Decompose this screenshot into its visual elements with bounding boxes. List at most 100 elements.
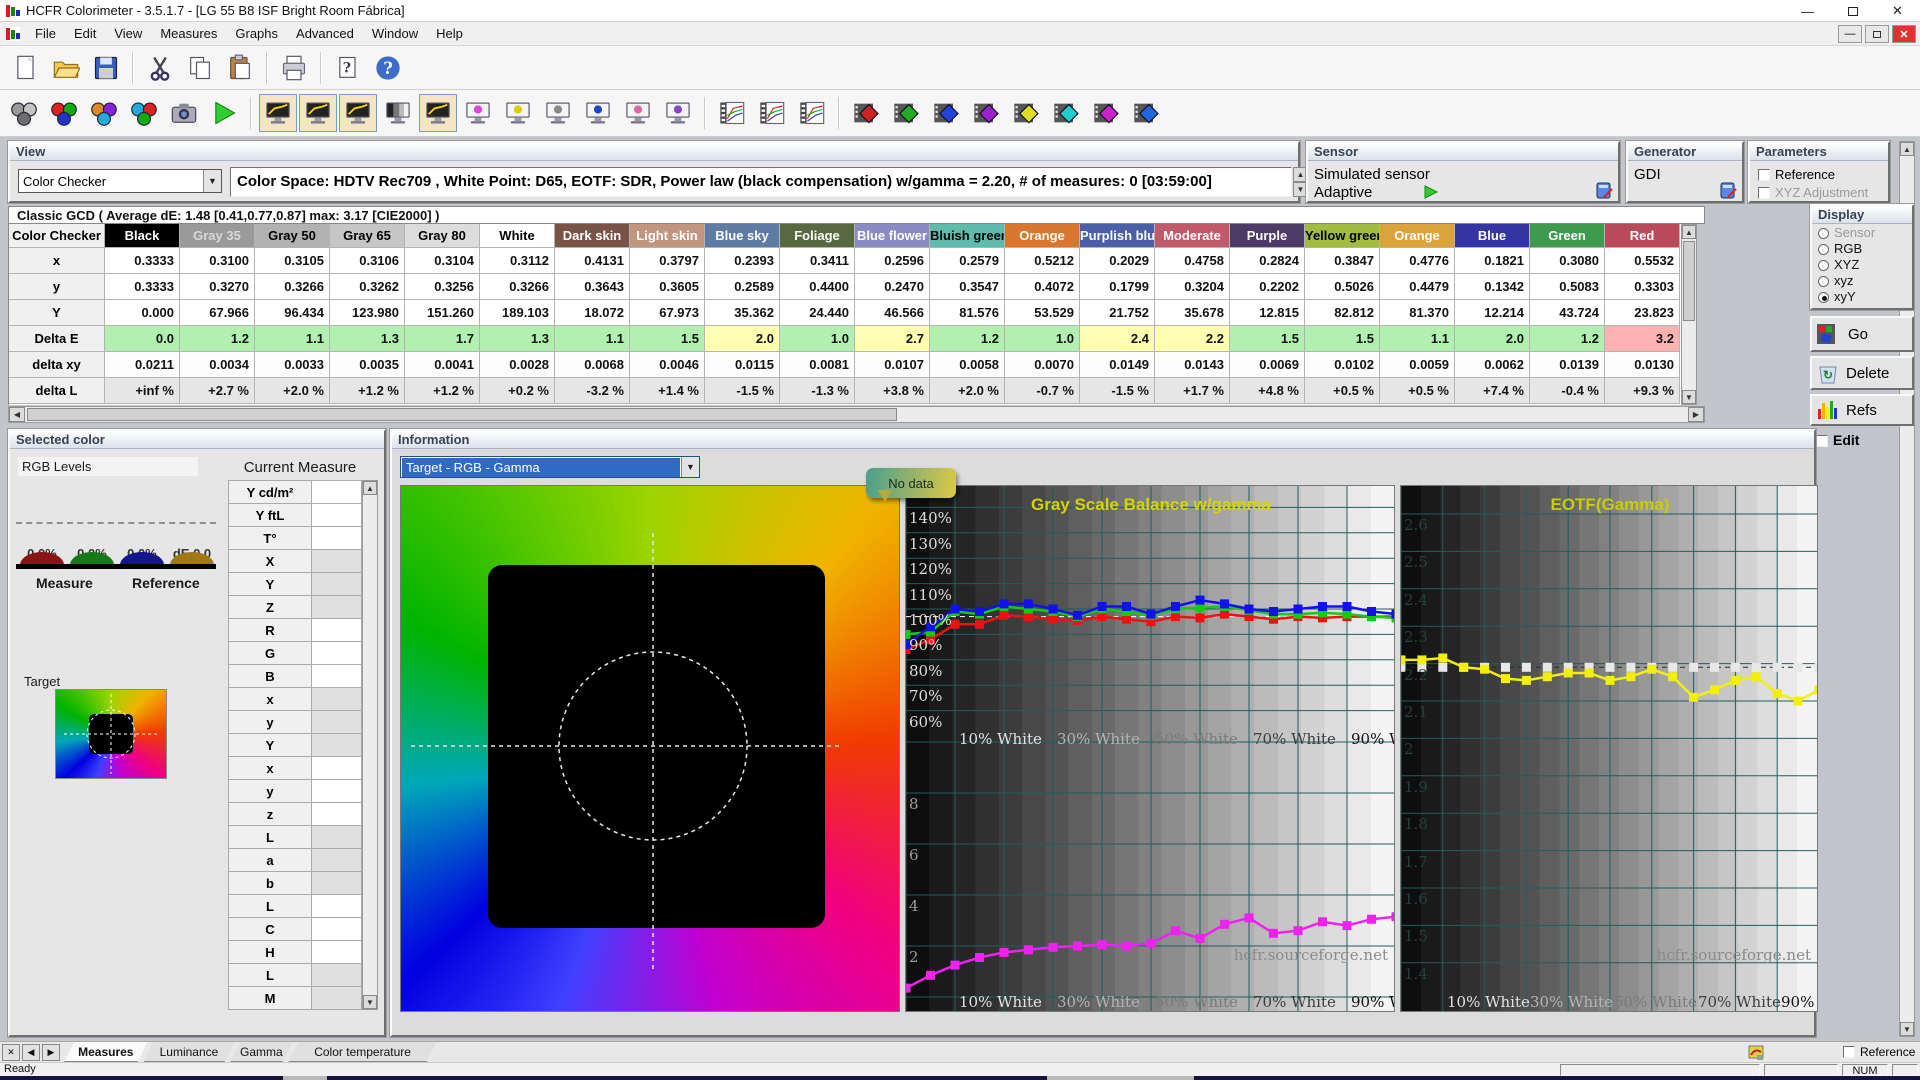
table-cell[interactable]: 1.5 <box>1230 326 1305 352</box>
column-header[interactable]: Purplish blue <box>1080 224 1155 248</box>
table-cell[interactable]: +1.2 % <box>330 378 405 404</box>
go-button[interactable]: Go <box>1810 316 1914 352</box>
table-cell[interactable]: 0.0081 <box>780 352 855 378</box>
sensor-colors-icon-1[interactable] <box>45 94 83 132</box>
table-cell[interactable]: 0.2596 <box>855 248 930 274</box>
table-cell[interactable]: +2.0 % <box>255 378 330 404</box>
table-cell[interactable]: 96.434 <box>255 300 330 326</box>
menu-item-graphs[interactable]: Graphs <box>226 23 287 44</box>
table-cell[interactable]: 1.2 <box>930 326 1005 352</box>
measure-chart-icon-2[interactable] <box>793 94 831 132</box>
free-measure-icon-3[interactable] <box>967 94 1005 132</box>
table-cell[interactable]: 0.0041 <box>405 352 480 378</box>
mdi-minimize-icon[interactable]: — <box>1838 25 1862 43</box>
tab-close-icon[interactable]: ✕ <box>2 1044 20 1061</box>
copy-icon[interactable] <box>181 49 219 87</box>
mdi-doc-icon[interactable] <box>6 27 20 41</box>
table-cell[interactable]: 123.980 <box>330 300 405 326</box>
table-cell[interactable]: 0.0211 <box>105 352 180 378</box>
column-header[interactable]: Moderate <box>1155 224 1230 248</box>
table-cell[interactable]: 0.3262 <box>330 274 405 300</box>
table-cell[interactable]: 0.5212 <box>1005 248 1080 274</box>
column-header[interactable]: Gray 65 <box>330 224 405 248</box>
table-cell[interactable]: 1.3 <box>330 326 405 352</box>
table-cell[interactable]: 1.2 <box>1530 326 1605 352</box>
table-cell[interactable]: 0.2470 <box>855 274 930 300</box>
column-header[interactable]: Black <box>105 224 180 248</box>
table-cell[interactable]: -1.5 % <box>705 378 780 404</box>
table-cell[interactable]: 2.4 <box>1080 326 1155 352</box>
table-cell[interactable]: 0.0143 <box>1155 352 1230 378</box>
table-cell[interactable]: 0.3411 <box>780 248 855 274</box>
table-cell[interactable]: 0.2589 <box>705 274 780 300</box>
table-cell[interactable]: 0.4776 <box>1380 248 1455 274</box>
chevron-down-icon[interactable]: ▼ <box>681 457 699 477</box>
chevron-down-icon[interactable]: ▼ <box>203 170 221 192</box>
tab-gamma[interactable]: Gamma <box>230 1042 292 1062</box>
table-cell[interactable]: +1.2 % <box>405 378 480 404</box>
table-cell[interactable]: 0.2029 <box>1080 248 1155 274</box>
table-cell[interactable]: 81.576 <box>930 300 1005 326</box>
print-icon[interactable] <box>275 49 313 87</box>
table-cell[interactable]: 151.260 <box>405 300 480 326</box>
table-cell[interactable]: 0.0130 <box>1605 352 1680 378</box>
table-cell[interactable]: 0.2393 <box>705 248 780 274</box>
column-header[interactable]: Orange <box>1005 224 1080 248</box>
table-cell[interactable]: 1.0 <box>780 326 855 352</box>
table-cell[interactable]: +0.5 % <box>1305 378 1380 404</box>
table-cell[interactable]: 2.2 <box>1155 326 1230 352</box>
column-header[interactable]: Yellow green <box>1305 224 1380 248</box>
table-cell[interactable]: -1.5 % <box>1080 378 1155 404</box>
table-cell[interactable]: 0.0107 <box>855 352 930 378</box>
table-cell[interactable]: +9.3 % <box>1605 378 1680 404</box>
menu-item-view[interactable]: View <box>105 23 151 44</box>
display-option-sensor[interactable]: Sensor <box>1812 224 1912 240</box>
table-cell[interactable]: 24.440 <box>780 300 855 326</box>
table-cell[interactable]: 67.966 <box>180 300 255 326</box>
table-cell[interactable]: 0.3847 <box>1305 248 1380 274</box>
table-cell[interactable]: 23.823 <box>1605 300 1680 326</box>
view-monitor-icon-5[interactable] <box>459 94 497 132</box>
table-cell[interactable]: 0.3547 <box>930 274 1005 300</box>
close-icon[interactable]: ✕ <box>1875 0 1920 22</box>
table-cell[interactable]: 0.0046 <box>630 352 705 378</box>
free-measure-icon-6[interactable] <box>1087 94 1125 132</box>
sensor-run-icon[interactable] <box>1423 185 1439 199</box>
table-cell[interactable]: -0.7 % <box>1005 378 1080 404</box>
table-cell[interactable]: +3.8 % <box>855 378 930 404</box>
table-cell[interactable]: 81.370 <box>1380 300 1455 326</box>
display-option-xyz[interactable]: xyz <box>1812 272 1912 288</box>
table-cell[interactable]: 12.214 <box>1455 300 1530 326</box>
table-cell[interactable]: 0.5532 <box>1605 248 1680 274</box>
mdi-close-icon[interactable]: ✕ <box>1892 25 1916 43</box>
table-cell[interactable]: -0.4 % <box>1530 378 1605 404</box>
table-cell[interactable]: 0.3106 <box>330 248 405 274</box>
delete-button[interactable]: ↻ Delete <box>1810 356 1914 390</box>
column-header[interactable]: Blue <box>1455 224 1530 248</box>
measure-chart-icon-1[interactable] <box>753 94 791 132</box>
table-cell[interactable]: 0.4400 <box>780 274 855 300</box>
free-measure-icon-5[interactable] <box>1047 94 1085 132</box>
table-cell[interactable]: 0.4131 <box>555 248 630 274</box>
table-cell[interactable]: 0.0059 <box>1380 352 1455 378</box>
table-cell[interactable]: 1.1 <box>1380 326 1455 352</box>
table-cell[interactable]: 0.3303 <box>1605 274 1680 300</box>
column-header[interactable]: Red <box>1605 224 1680 248</box>
table-cell[interactable]: 1.7 <box>405 326 480 352</box>
information-selector[interactable]: Target - RGB - Gamma ▼ <box>400 456 700 478</box>
column-header[interactable]: Light skin <box>630 224 705 248</box>
table-cell[interactable]: 1.1 <box>255 326 330 352</box>
table-cell[interactable]: 0.3266 <box>480 274 555 300</box>
table-cell[interactable]: +0.5 % <box>1380 378 1455 404</box>
table-cell[interactable]: 0.4758 <box>1155 248 1230 274</box>
table-cell[interactable]: 0.3080 <box>1530 248 1605 274</box>
menu-item-edit[interactable]: Edit <box>65 23 105 44</box>
new-icon[interactable] <box>7 49 45 87</box>
table-cell[interactable]: 0.3333 <box>105 248 180 274</box>
table-hscrollbar[interactable]: ◀ ▶ <box>8 406 1705 423</box>
table-cell[interactable]: 53.529 <box>1005 300 1080 326</box>
open-icon[interactable] <box>47 49 85 87</box>
table-cell[interactable]: 0.0068 <box>555 352 630 378</box>
table-cell[interactable]: 0.3256 <box>405 274 480 300</box>
column-header[interactable]: Dark skin <box>555 224 630 248</box>
